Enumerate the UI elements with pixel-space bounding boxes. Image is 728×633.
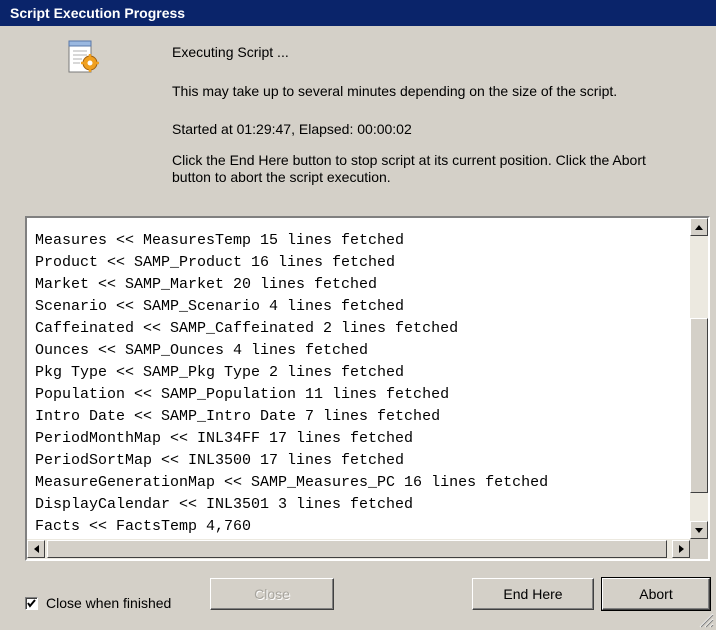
log-line: MeasureGenerationMap << SAMP_Measures_PC…: [35, 474, 549, 491]
abort-button[interactable]: Abort: [601, 577, 711, 611]
log-line: DisplayCalendar << INL3501 3 lines fetch…: [35, 496, 414, 513]
log-line: Ounces << SAMP_Ounces 4 lines fetched: [35, 342, 369, 359]
status-text: Executing Script ...: [172, 44, 289, 60]
log-line: PeriodSortMap << INL3500 17 lines fetche…: [35, 452, 405, 469]
resize-grip-icon[interactable]: [696, 610, 714, 628]
arrow-down-icon[interactable]: [690, 521, 708, 539]
log-line: Measures << MeasuresTemp 15 lines fetche…: [35, 232, 405, 249]
log-line: Pkg Type << SAMP_Pkg Type 2 lines fetche…: [35, 364, 405, 381]
log-line: Caffeinated << SAMP_Caffeinated 2 lines …: [35, 320, 459, 337]
close-when-finished-option[interactable]: Close when finished: [25, 595, 171, 611]
arrow-right-icon[interactable]: [672, 540, 690, 558]
window-edge: [716, 0, 728, 630]
log-line: Population << SAMP_Population 11 lines f…: [35, 386, 450, 403]
horizontal-scroll-thumb[interactable]: [47, 540, 667, 558]
arrow-up-icon[interactable]: [690, 218, 708, 236]
log-line: Product << SAMP_Product 16 lines fetched: [35, 254, 396, 271]
dialog-title: Script Execution Progress: [0, 0, 716, 26]
log-line: Market << SAMP_Market 20 lines fetched: [35, 276, 378, 293]
vertical-scrollbar[interactable]: [690, 218, 708, 539]
log-line: PeriodMonthMap << INL34FF 17 lines fetch…: [35, 430, 414, 447]
scroll-corner: [690, 539, 708, 559]
end-here-button[interactable]: End Here: [472, 578, 594, 610]
duration-note: This may take up to several minutes depe…: [172, 83, 618, 99]
log-output[interactable]: Measures << MeasuresTemp 15 lines fetche…: [25, 216, 710, 561]
log-lines: Measures << MeasuresTemp 15 lines fetche…: [27, 218, 690, 539]
script-execution-dialog: Script Execution Progress Executing Scri…: [0, 0, 716, 630]
vertical-scroll-thumb[interactable]: [690, 318, 708, 493]
log-line: Scenario << SAMP_Scenario 4 lines fetche…: [35, 298, 405, 315]
close-button[interactable]: Close: [210, 578, 334, 610]
log-line: Intro Date << SAMP_Intro Date 7 lines fe…: [35, 408, 441, 425]
checkmark-icon: [27, 598, 36, 608]
horizontal-scrollbar[interactable]: [27, 539, 690, 559]
script-document-gear-icon: [66, 38, 102, 78]
header-panel: Executing Script ... This may take up to…: [0, 26, 716, 216]
arrow-left-icon[interactable]: [27, 540, 45, 558]
timing-text: Started at 01:29:47, Elapsed: 00:00:02: [172, 121, 412, 137]
close-when-finished-checkbox[interactable]: [25, 596, 38, 610]
close-when-finished-label: Close when finished: [46, 595, 172, 611]
log-line: Facts << FactsTemp 4,760: [35, 518, 252, 535]
instructions-text: Click the End Here button to stop script…: [172, 152, 646, 185]
